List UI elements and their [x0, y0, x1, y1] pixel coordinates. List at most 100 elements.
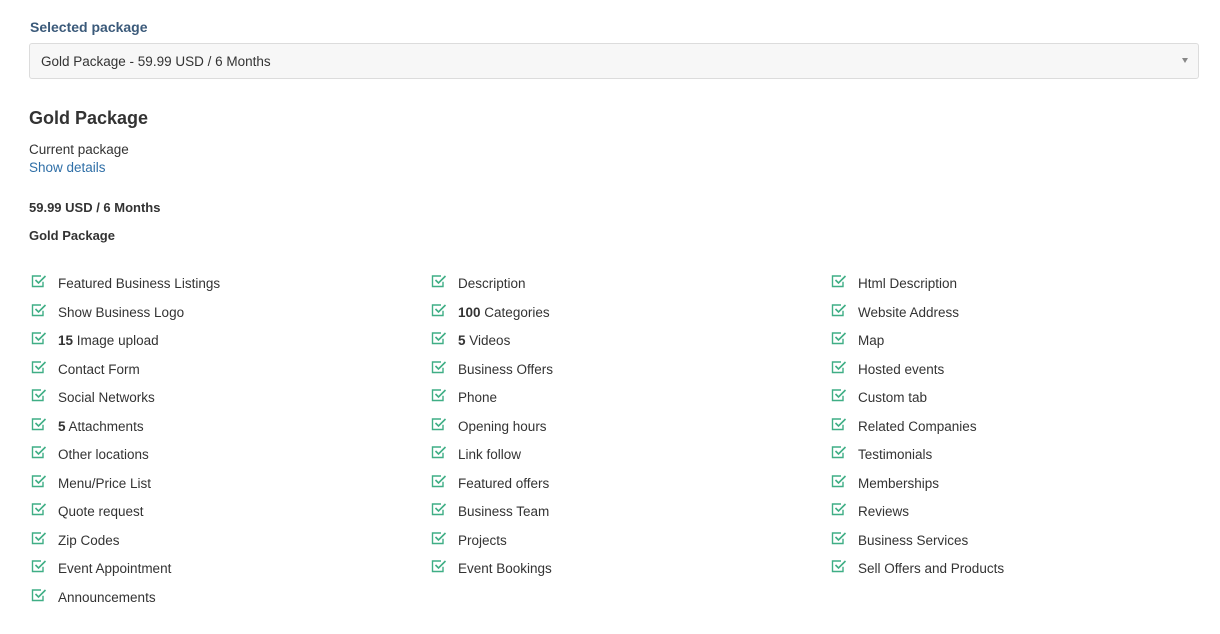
feature-label: Related Companies — [858, 418, 977, 434]
feature-item: Event Bookings — [429, 553, 809, 582]
feature-label: Memberships — [858, 475, 940, 491]
checkbox-checked-icon — [31, 560, 47, 573]
checkbox-checked-icon — [431, 275, 447, 288]
feature-item: Show Business Logo — [29, 297, 409, 326]
feature-text: Business Team — [458, 504, 549, 519]
checkbox-checked-icon — [831, 360, 847, 373]
feature-label: Html Description — [858, 276, 958, 291]
feature-item: Other locations — [29, 439, 409, 468]
checkbox-checked-icon — [31, 446, 47, 459]
checkbox-checked-icon — [431, 560, 447, 573]
feature-label: Quote request — [58, 504, 144, 519]
feature-item: Custom tab — [829, 382, 1209, 411]
checkbox-checked-icon — [31, 417, 47, 430]
package-title: Gold Package — [29, 108, 149, 128]
feature-text: Opening hours — [458, 419, 547, 434]
package-select[interactable]: Gold Package - 59.99 USD / 6 Months — [29, 43, 1199, 79]
checkbox-checked-icon — [831, 332, 847, 345]
feature-item: Html Description — [829, 268, 1209, 297]
feature-text: Map — [858, 333, 884, 348]
feature-item: Zip Codes — [29, 525, 409, 554]
checkbox-checked-icon — [31, 389, 47, 402]
feature-text: 5 Videos — [458, 333, 510, 348]
feature-text: Html Description — [858, 276, 957, 291]
feature-label: Featured Business Listings — [58, 276, 221, 291]
feature-item: Announcements — [29, 582, 409, 611]
feature-label: Website Address — [858, 304, 960, 320]
checkbox-checked-icon — [31, 360, 47, 373]
feature-text: Other locations — [58, 447, 149, 462]
feature-label: Featured offers — [458, 475, 550, 491]
feature-text: 100 Categories — [458, 305, 550, 320]
feature-text: Featured Business Listings — [58, 276, 220, 291]
feature-item: Quote request — [29, 496, 409, 525]
feature-item: Description — [429, 268, 809, 297]
show-details-link[interactable]: Show details — [29, 160, 106, 175]
feature-label: Map — [858, 333, 885, 348]
feature-text: 15 Image upload — [58, 333, 159, 348]
feature-label: Event Bookings — [458, 561, 552, 576]
checkbox-checked-icon — [431, 389, 447, 402]
checkbox-checked-icon — [831, 275, 847, 288]
selected-package-label: Selected package — [30, 19, 148, 35]
checkbox-checked-icon — [831, 303, 847, 316]
feature-label: Custom tab — [858, 390, 928, 405]
checkbox-checked-icon — [31, 303, 47, 316]
checkbox-checked-icon — [431, 417, 447, 430]
checkbox-checked-icon — [431, 503, 447, 516]
feature-item: Related Companies — [829, 411, 1209, 440]
feature-label: Projects — [458, 532, 507, 548]
package-select-value: Gold Package - 59.99 USD / 6 Months — [41, 54, 271, 69]
feature-item: Business Offers — [429, 354, 809, 383]
feature-item: Opening hours — [429, 411, 809, 440]
feature-text: Reviews — [858, 504, 909, 519]
feature-text: Related Companies — [858, 419, 977, 434]
feature-text: Business Offers — [458, 362, 553, 377]
checkbox-checked-icon — [31, 531, 47, 544]
feature-item: Memberships — [829, 468, 1209, 497]
checkbox-checked-icon — [831, 503, 847, 516]
feature-count: 15 — [58, 333, 74, 348]
feature-label: Reviews — [858, 504, 910, 519]
feature-text: Description — [458, 276, 526, 291]
checkbox-checked-icon — [31, 275, 47, 288]
feature-label: Videos — [469, 333, 511, 348]
feature-item: Sell Offers and Products — [829, 553, 1209, 582]
checkbox-checked-icon — [431, 531, 447, 544]
checkbox-checked-icon — [831, 474, 847, 487]
feature-label: Business Offers — [458, 361, 554, 377]
feature-item: 5 Videos — [429, 325, 809, 354]
current-package-status: Current package — [29, 142, 129, 157]
feature-item: Menu/Price List — [29, 468, 409, 497]
feature-text: Custom tab — [858, 390, 927, 405]
checkbox-checked-icon — [831, 389, 847, 402]
feature-text: Announcements — [58, 590, 156, 605]
feature-label: Hosted events — [858, 361, 945, 377]
feature-label: Sell Offers and Products — [858, 561, 1005, 576]
checkbox-checked-icon — [431, 360, 447, 373]
feature-text: Projects — [458, 533, 507, 548]
checkbox-checked-icon — [831, 560, 847, 573]
feature-text: Link follow — [458, 447, 521, 462]
feature-item: Phone — [429, 382, 809, 411]
feature-text: 5 Attachments — [58, 419, 144, 434]
feature-label: Attachments — [68, 418, 144, 434]
feature-label: Phone — [458, 390, 498, 405]
feature-text: Event Bookings — [458, 561, 552, 576]
checkbox-checked-icon — [31, 588, 47, 601]
feature-column-3: Html Description Website Address Map Hosted… — [829, 268, 1209, 582]
feature-item: Testimonials — [829, 439, 1209, 468]
feature-text: Hosted events — [858, 362, 944, 377]
checkbox-checked-icon — [431, 332, 447, 345]
feature-item: Featured Business Listings — [29, 268, 409, 297]
feature-item: Social Networks — [29, 382, 409, 411]
feature-item: Reviews — [829, 496, 1209, 525]
feature-count: 100 — [458, 304, 481, 320]
feature-column-2: Description 100 Categories 5 Videos Busines… — [429, 268, 809, 582]
feature-label: Testimonials — [858, 447, 933, 462]
feature-label: Other locations — [58, 447, 149, 462]
feature-text: Show Business Logo — [58, 305, 184, 320]
feature-text: Social Networks — [58, 390, 155, 405]
feature-text: Phone — [458, 390, 497, 405]
checkbox-checked-icon — [31, 503, 47, 516]
